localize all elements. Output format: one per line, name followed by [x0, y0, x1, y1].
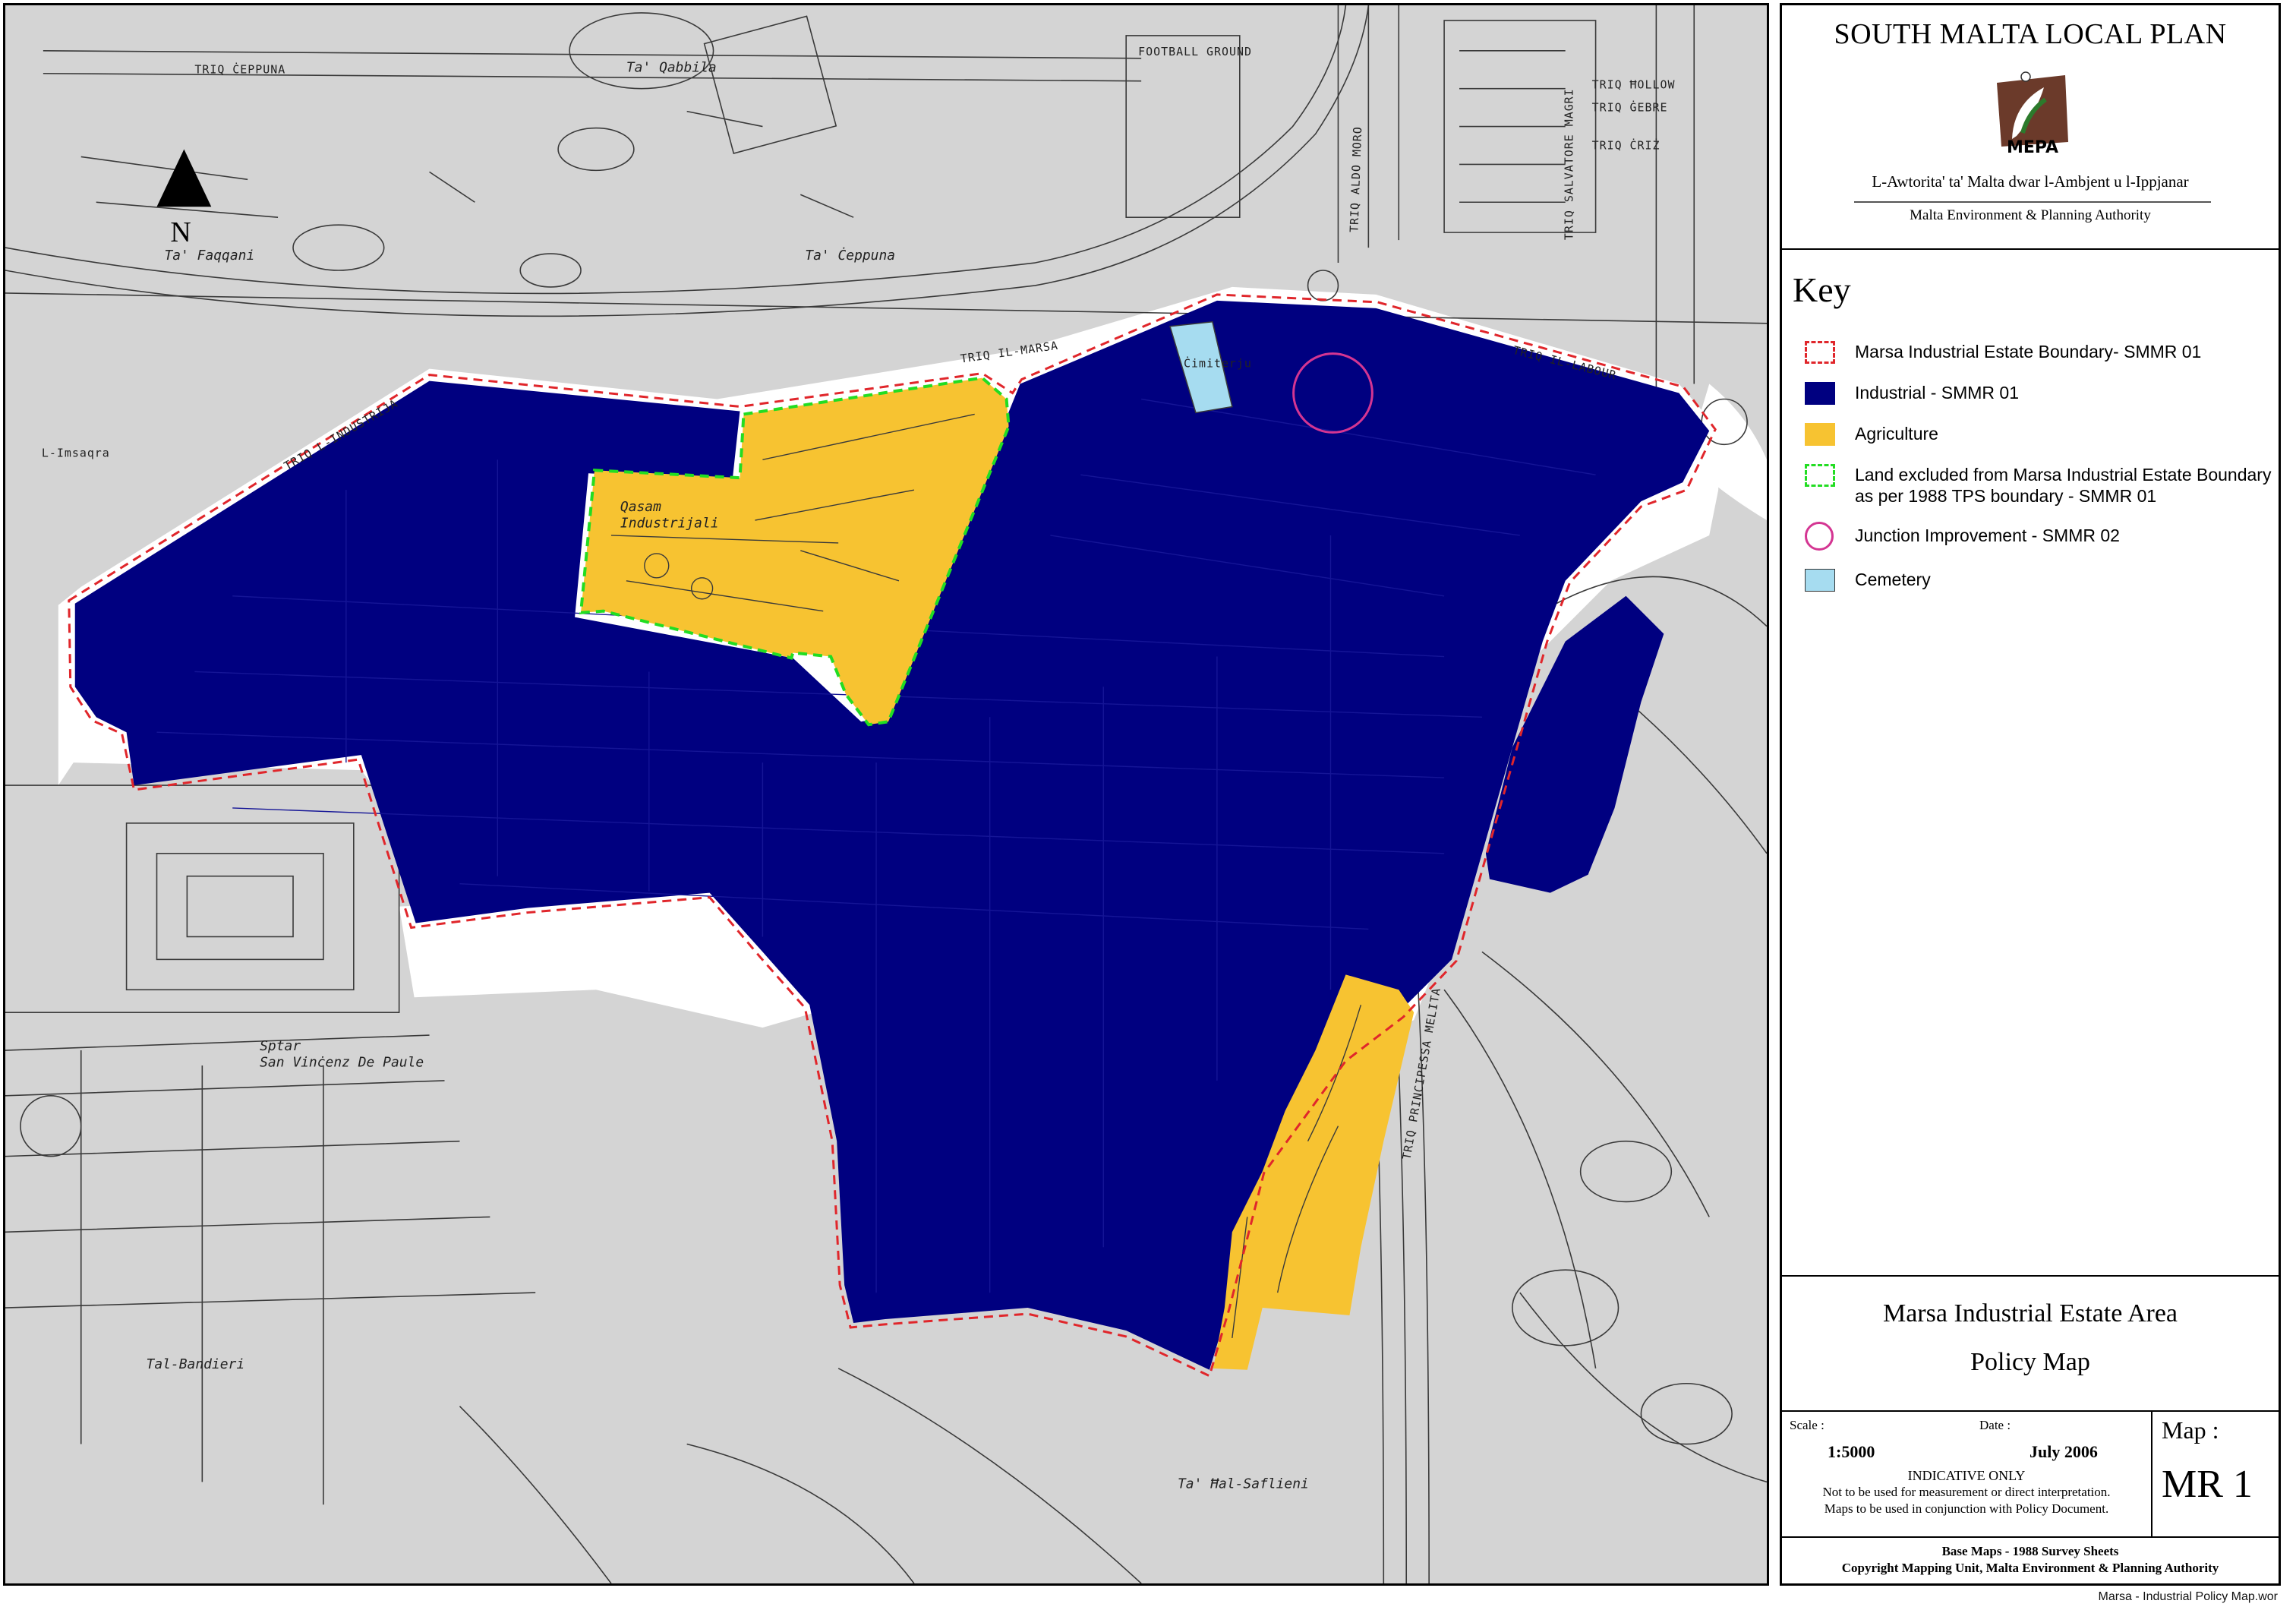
map-area-title: Marsa Industrial Estate Area: [1882, 1299, 2178, 1327]
indicative-notice: INDICATIVE ONLY: [1907, 1468, 2026, 1483]
scale-date-block: Scale : 1:5000 Date : July 2006 INDICATI…: [1782, 1412, 2152, 1536]
key-item-cemetery: Cemetery: [1805, 569, 2276, 592]
key-item-junction-improvement: Junction Improvement - SMMR 02: [1805, 522, 2276, 551]
date-caption: Date :: [1979, 1418, 2011, 1432]
street-label: TRIQ ĦOLLOW: [1592, 78, 1676, 92]
map-number: MR 1: [2162, 1463, 2253, 1506]
date-value: July 2006: [2030, 1442, 2098, 1461]
street-label: TRIQ ĠEBRE: [1592, 101, 1668, 115]
map-title-block: Marsa Industrial Estate Area Policy Map: [1782, 1277, 2279, 1412]
map-info-block: Scale : 1:5000 Date : July 2006 INDICATI…: [1782, 1412, 2279, 1538]
industrial-swatch-icon: [1805, 382, 1835, 405]
boundary-swatch-icon: [1805, 341, 1835, 364]
place-label: Ta' Qabbila: [626, 60, 717, 76]
place-label: L-Imsaqra: [42, 446, 110, 459]
key-item-label: Junction Improvement - SMMR 02: [1855, 526, 2120, 545]
place-label: Ċimiterju: [1184, 357, 1252, 371]
key-item-label: Marsa Industrial Estate Boundary- SMMR 0…: [1855, 342, 2202, 361]
copyright-note: Copyright Mapping Unit, Malta Environmen…: [1841, 1561, 2219, 1575]
mepa-logo: MEPA: [1997, 71, 2068, 156]
junction-circle-icon: [1805, 522, 1834, 551]
key-item-agriculture: Agriculture: [1805, 423, 2276, 446]
key-item-label: Land excluded from Marsa Industrial Esta…: [1855, 465, 2272, 506]
map-svg: N TRIQ IL-MARSA TRIQ L-INDUSTRIJA TRIQ I…: [5, 5, 1767, 1583]
key-list: Marsa Industrial Estate Boundary- SMMR 0…: [1805, 341, 2276, 610]
north-label: N: [170, 216, 191, 248]
key-item-label: Cemetery: [1855, 570, 1931, 589]
disclaimer-line: Maps to be used in conjunction with Poli…: [1824, 1501, 2109, 1516]
legend-panel: SOUTH MALTA LOCAL PLAN MEPA L-Awtorita' …: [1780, 3, 2281, 1586]
place-label: Tal-Bandieri: [147, 1356, 245, 1372]
place-label: Ta' Ċeppuna: [805, 247, 895, 264]
street-label: TRIQ ĊEPPUNA: [194, 63, 285, 77]
excluded-land-swatch-icon: [1805, 464, 1835, 487]
authority-name-maltese: L-Awtorita' ta' Malta dwar l-Ambjent u l…: [1872, 172, 2189, 191]
cemetery-swatch-icon: [1805, 569, 1835, 592]
map-key: Key Marsa Industrial Estate Boundary- SM…: [1782, 250, 2279, 1277]
scale-value: 1:5000: [1828, 1442, 1875, 1461]
key-item-label: Industrial - SMMR 01: [1855, 383, 2020, 402]
svg-text:MEPA: MEPA: [2007, 138, 2058, 156]
scale-caption: Scale :: [1790, 1418, 1824, 1432]
street-label: TRIQ ĊRIŻ: [1592, 138, 1660, 152]
map-canvas[interactable]: N TRIQ IL-MARSA TRIQ L-INDUSTRIJA TRIQ I…: [3, 3, 1769, 1586]
place-label: Ta' Faqqani: [164, 248, 254, 264]
key-item-excluded-land: Land excluded from Marsa Industrial Esta…: [1805, 464, 2276, 507]
key-title: Key: [1793, 270, 1851, 309]
map-number-caption: Map :: [2162, 1416, 2219, 1444]
copyright-block: Base Maps - 1988 Survey Sheets Copyright…: [1782, 1538, 2279, 1583]
place-label: FOOTBALL GROUND: [1138, 45, 1252, 58]
agriculture-swatch-icon: [1805, 423, 1835, 446]
authority-name-english: Malta Environment & Planning Authority: [1910, 207, 2151, 223]
place-label: Ta' Ħal-Saflieni: [1178, 1476, 1309, 1492]
key-item-industrial: Industrial - SMMR 01: [1805, 382, 2276, 405]
key-item-estate-boundary: Marsa Industrial Estate Boundary- SMMR 0…: [1805, 341, 2276, 364]
map-policy-title: Policy Map: [1970, 1348, 2090, 1376]
street-label: TRIQ SALVATORE MAGRI: [1563, 88, 1576, 240]
disclaimer-line: Not to be used for measurement or direct…: [1822, 1485, 2111, 1499]
header-divider: [1854, 201, 2211, 203]
base-maps-note: Base Maps - 1988 Survey Sheets: [1941, 1544, 2119, 1558]
file-name: Marsa - Industrial Policy Map.wor: [2098, 1590, 2278, 1603]
key-item-label: Agriculture: [1855, 424, 1938, 444]
plan-title: SOUTH MALTA LOCAL PLAN: [1834, 18, 2227, 50]
plan-header: SOUTH MALTA LOCAL PLAN MEPA L-Awtorita' …: [1782, 5, 2279, 250]
